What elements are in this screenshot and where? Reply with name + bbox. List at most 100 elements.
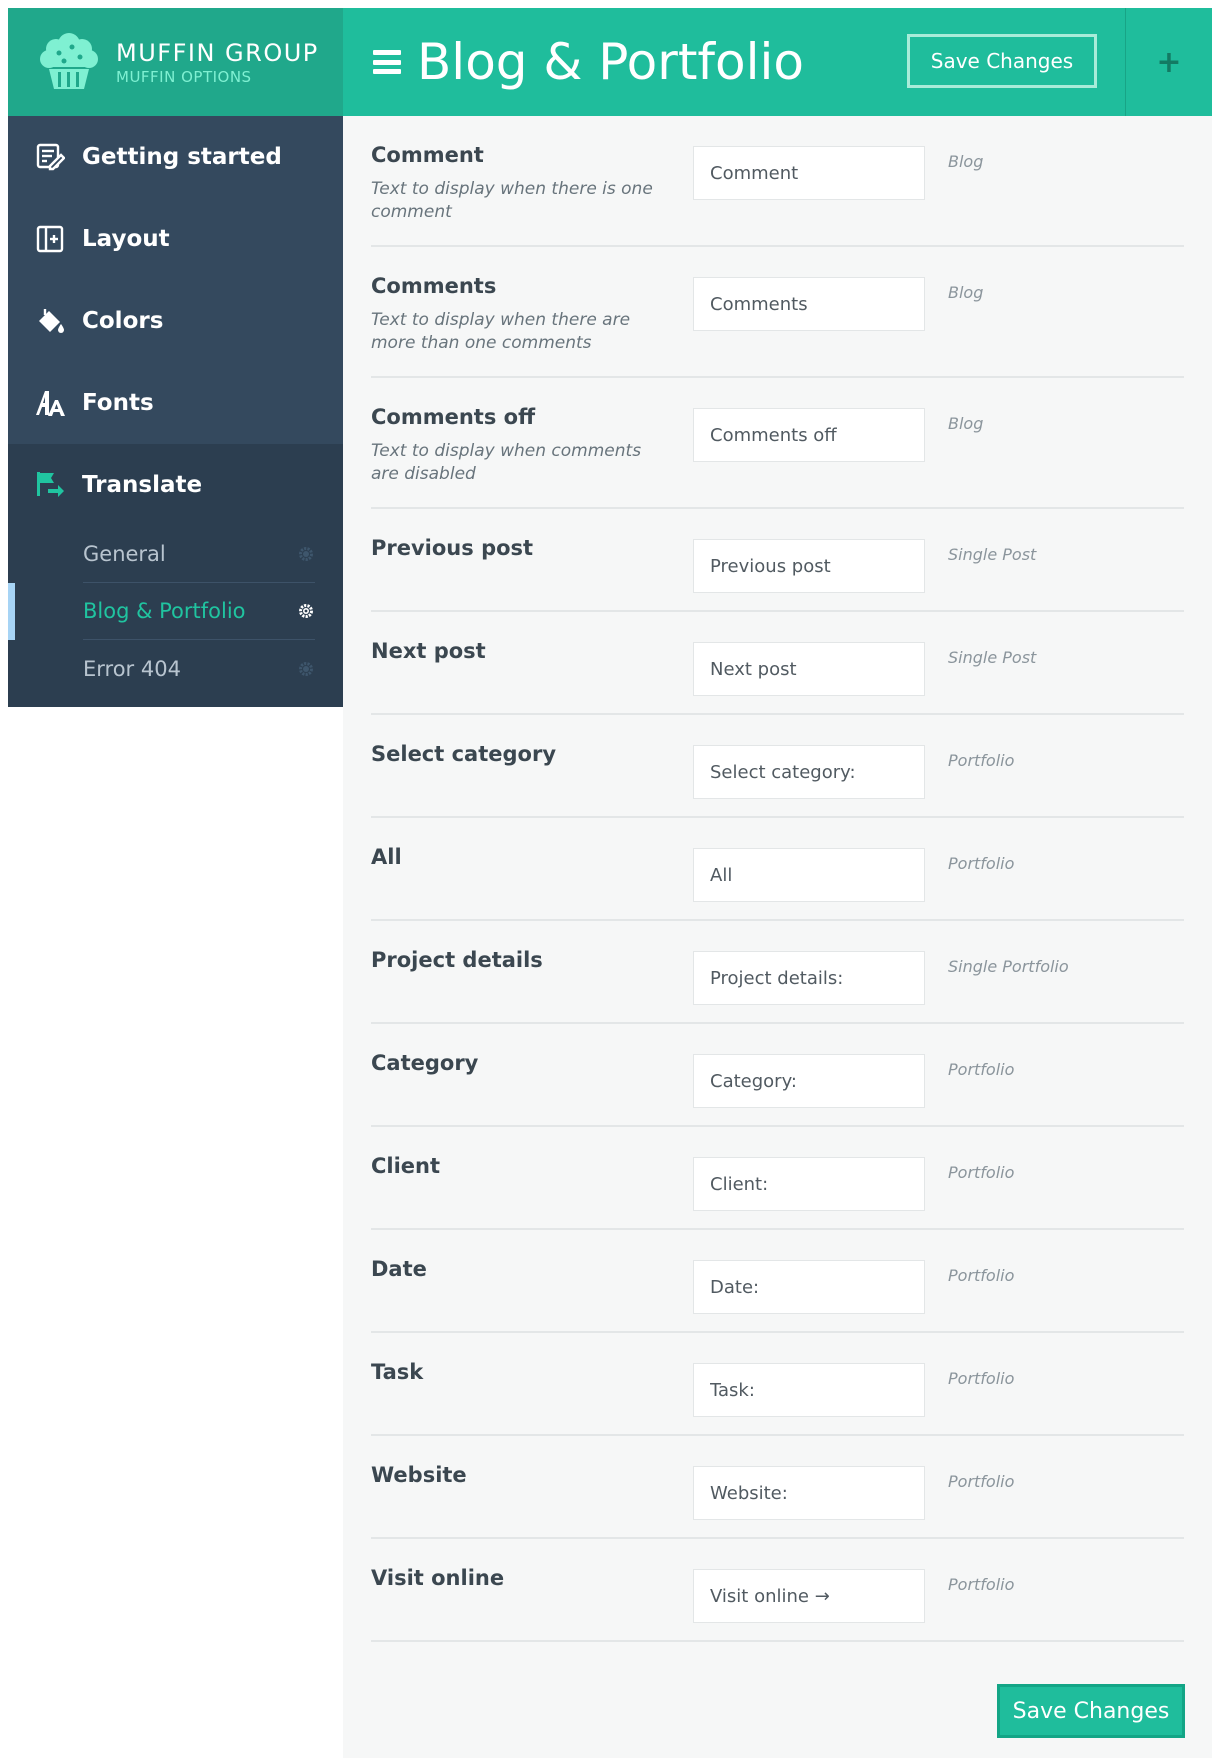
field-row-website: Website Portfolio bbox=[371, 1436, 1184, 1539]
field-row-comments: Comments Text to display when there are … bbox=[371, 247, 1184, 378]
field-row-category: Category Portfolio bbox=[371, 1024, 1184, 1127]
page-title: Blog & Portfolio bbox=[417, 33, 804, 91]
flag-icon bbox=[34, 469, 66, 501]
field-title: Previous post bbox=[371, 536, 534, 560]
field-title: Client bbox=[371, 1154, 441, 1178]
layout-plus-icon bbox=[34, 223, 66, 255]
sidebar-nav: Getting started Layout Colors Fonts bbox=[8, 116, 343, 444]
plus-icon[interactable]: + bbox=[1126, 8, 1212, 116]
save-changes-bottom-button[interactable]: Save Changes bbox=[997, 1684, 1185, 1738]
field-section: Blog bbox=[948, 283, 984, 302]
comments-field[interactable] bbox=[693, 277, 925, 331]
sidebar-item-layout[interactable]: Layout bbox=[8, 198, 343, 280]
date-field[interactable] bbox=[693, 1260, 925, 1314]
field-section: Single Portfolio bbox=[948, 957, 1069, 976]
field-row-comment: Comment Text to display when there is on… bbox=[371, 116, 1184, 247]
field-list: Comment Text to display when there is on… bbox=[371, 116, 1184, 1642]
comment-field[interactable] bbox=[693, 146, 925, 200]
sidebar-subitem-label: General bbox=[83, 542, 166, 566]
save-changes-button[interactable]: Save Changes bbox=[907, 34, 1097, 88]
field-description: Text to display when there are more than… bbox=[371, 310, 631, 353]
field-title: Date bbox=[371, 1257, 427, 1281]
field-title: Website bbox=[371, 1463, 467, 1487]
client-field[interactable] bbox=[693, 1157, 925, 1211]
field-title: Next post bbox=[371, 639, 486, 663]
active-indicator bbox=[8, 583, 15, 640]
field-row-task: Task Portfolio bbox=[371, 1333, 1184, 1436]
field-row-select-category: Select category Portfolio bbox=[371, 715, 1184, 818]
menu-icon[interactable] bbox=[373, 50, 401, 74]
sidebar-item-translate[interactable]: Translate bbox=[8, 444, 343, 526]
gear-icon bbox=[297, 602, 315, 620]
category-field[interactable] bbox=[693, 1054, 925, 1108]
field-row-all: All Portfolio bbox=[371, 818, 1184, 921]
sidebar-subitem-blog-portfolio[interactable]: Blog & Portfolio bbox=[8, 583, 315, 640]
field-row-client: Client Portfolio bbox=[371, 1127, 1184, 1230]
paint-bucket-icon bbox=[34, 305, 66, 337]
sidebar-item-label: Layout bbox=[82, 226, 170, 252]
field-title: Task bbox=[371, 1360, 424, 1384]
field-row-date: Date Portfolio bbox=[371, 1230, 1184, 1333]
muffin-icon bbox=[40, 33, 98, 89]
field-row-previous-post: Previous post Single Post bbox=[371, 509, 1184, 612]
visit-online-field[interactable] bbox=[693, 1569, 925, 1623]
brand-subtitle: MUFFIN OPTIONS bbox=[116, 68, 252, 86]
sidebar-item-fonts[interactable]: Fonts bbox=[8, 362, 343, 444]
website-field[interactable] bbox=[693, 1466, 925, 1520]
field-description: Text to display when comments are disabl… bbox=[371, 441, 642, 484]
field-row-project-details: Project details Single Portfolio bbox=[371, 921, 1184, 1024]
sidebar-subitem-label: Error 404 bbox=[83, 656, 181, 681]
gear-icon bbox=[297, 660, 315, 678]
sidebar-subitem-error-404[interactable]: Error 404 bbox=[83, 640, 315, 697]
field-section: Portfolio bbox=[948, 1575, 1015, 1594]
field-title: Visit online bbox=[371, 1566, 505, 1590]
sidebar-translate-group: Translate General Blog & Portfolio Error… bbox=[8, 444, 343, 707]
sidebar: MUFFIN GROUP MUFFIN OPTIONS Getting star… bbox=[8, 8, 343, 707]
field-section: Portfolio bbox=[948, 1163, 1015, 1182]
field-section: Single Post bbox=[948, 648, 1037, 667]
sidebar-subitem-general[interactable]: General bbox=[83, 526, 315, 583]
project-details-field[interactable] bbox=[693, 951, 925, 1005]
document-edit-icon bbox=[34, 141, 66, 173]
field-row-comments-off: Comments off Text to display when commen… bbox=[371, 378, 1184, 509]
gear-icon bbox=[297, 545, 315, 563]
field-section: Portfolio bbox=[948, 1472, 1015, 1491]
font-icon bbox=[34, 387, 66, 419]
sidebar-item-label: Getting started bbox=[82, 144, 282, 170]
all-field[interactable] bbox=[693, 848, 925, 902]
brand-name: MUFFIN GROUP bbox=[116, 39, 319, 67]
page-header: Blog & Portfolio Save Changes + bbox=[343, 8, 1212, 116]
brand-header[interactable]: MUFFIN GROUP MUFFIN OPTIONS bbox=[8, 8, 343, 116]
comments-off-field[interactable] bbox=[693, 408, 925, 462]
sidebar-item-label: Colors bbox=[82, 308, 164, 334]
field-row-next-post: Next post Single Post bbox=[371, 612, 1184, 715]
field-title: All bbox=[371, 845, 402, 869]
field-section: Single Post bbox=[948, 545, 1037, 564]
field-row-visit-online: Visit online Portfolio bbox=[371, 1539, 1184, 1642]
sidebar-item-label: Translate bbox=[82, 472, 203, 498]
field-title: Select category bbox=[371, 742, 557, 766]
select-category-field[interactable] bbox=[693, 745, 925, 799]
field-section: Portfolio bbox=[948, 854, 1015, 873]
field-section: Portfolio bbox=[948, 1266, 1015, 1285]
options-panel: Comment Text to display when there is on… bbox=[343, 116, 1212, 1758]
field-section: Blog bbox=[948, 152, 984, 171]
brand-text: MUFFIN GROUP MUFFIN OPTIONS bbox=[116, 39, 319, 85]
field-title: Project details bbox=[371, 948, 543, 972]
field-description: Text to display when there is one commen… bbox=[371, 179, 653, 222]
field-section: Portfolio bbox=[948, 751, 1015, 770]
field-section: Blog bbox=[948, 414, 984, 433]
field-title: Comment bbox=[371, 143, 484, 167]
field-section: Portfolio bbox=[948, 1369, 1015, 1388]
sidebar-item-colors[interactable]: Colors bbox=[8, 280, 343, 362]
next-post-field[interactable] bbox=[693, 642, 925, 696]
sidebar-subitem-label: Blog & Portfolio bbox=[83, 599, 246, 623]
previous-post-field[interactable] bbox=[693, 539, 925, 593]
field-title: Comments bbox=[371, 274, 497, 298]
field-title: Comments off bbox=[371, 405, 536, 429]
sidebar-item-getting-started[interactable]: Getting started bbox=[8, 116, 343, 198]
sidebar-item-label: Fonts bbox=[82, 390, 154, 416]
task-field[interactable] bbox=[693, 1363, 925, 1417]
field-section: Portfolio bbox=[948, 1060, 1015, 1079]
field-title: Category bbox=[371, 1051, 479, 1075]
